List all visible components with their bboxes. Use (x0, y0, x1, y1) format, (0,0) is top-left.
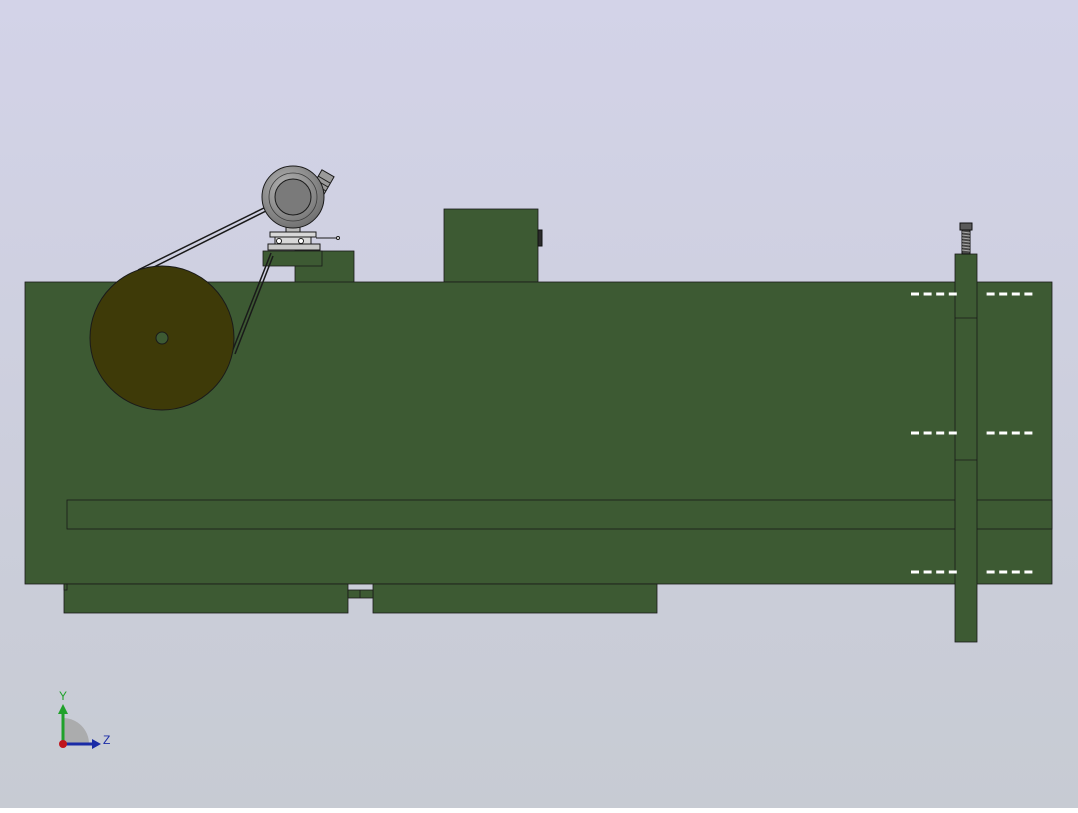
foot-connector (347, 589, 374, 599)
slot-marker (923, 292, 932, 296)
slot-marker (986, 570, 995, 574)
slot-marker (1024, 292, 1033, 296)
slot-marker (1024, 431, 1033, 435)
pulley-hub (155, 331, 169, 345)
slot-marker (1011, 292, 1020, 296)
slot-marker (911, 431, 919, 435)
vertical-column[interactable] (954, 253, 978, 643)
slot-marker (923, 431, 932, 435)
slot-marker (911, 292, 919, 296)
foot-left[interactable] (63, 583, 349, 614)
slot-marker (936, 292, 945, 296)
slot-marker (986, 431, 995, 435)
foot-bracket (63, 583, 68, 591)
slot-marker (948, 431, 957, 435)
slot-marker (1024, 570, 1033, 574)
top-housing-latch (537, 229, 543, 247)
bolt-head (959, 222, 973, 231)
slot-marker (936, 431, 945, 435)
slot-marker (986, 292, 995, 296)
slot-marker (999, 570, 1008, 574)
lower-rail[interactable] (66, 499, 1053, 530)
slot-marker (936, 570, 945, 574)
slot-marker (948, 292, 957, 296)
x-axis-marker (59, 740, 67, 748)
slot-marker (999, 431, 1008, 435)
slot-marker (999, 292, 1008, 296)
triad-y-label: Y (59, 689, 67, 703)
slot-marker (1011, 431, 1020, 435)
triad-z-label: Z (103, 733, 110, 747)
top-housing-block[interactable] (443, 208, 539, 283)
slot-marker (948, 570, 957, 574)
adjustment-bolt[interactable] (959, 222, 973, 255)
model-canvas[interactable]: Y Z (0, 0, 1078, 808)
slot-marker (923, 570, 932, 574)
slot-marker (911, 570, 919, 574)
pulley[interactable] (89, 265, 235, 411)
foot-right[interactable] (372, 583, 658, 614)
motor-face (274, 178, 312, 216)
cad-viewport[interactable]: Y Z (0, 0, 1078, 808)
slot-marker (1011, 570, 1020, 574)
